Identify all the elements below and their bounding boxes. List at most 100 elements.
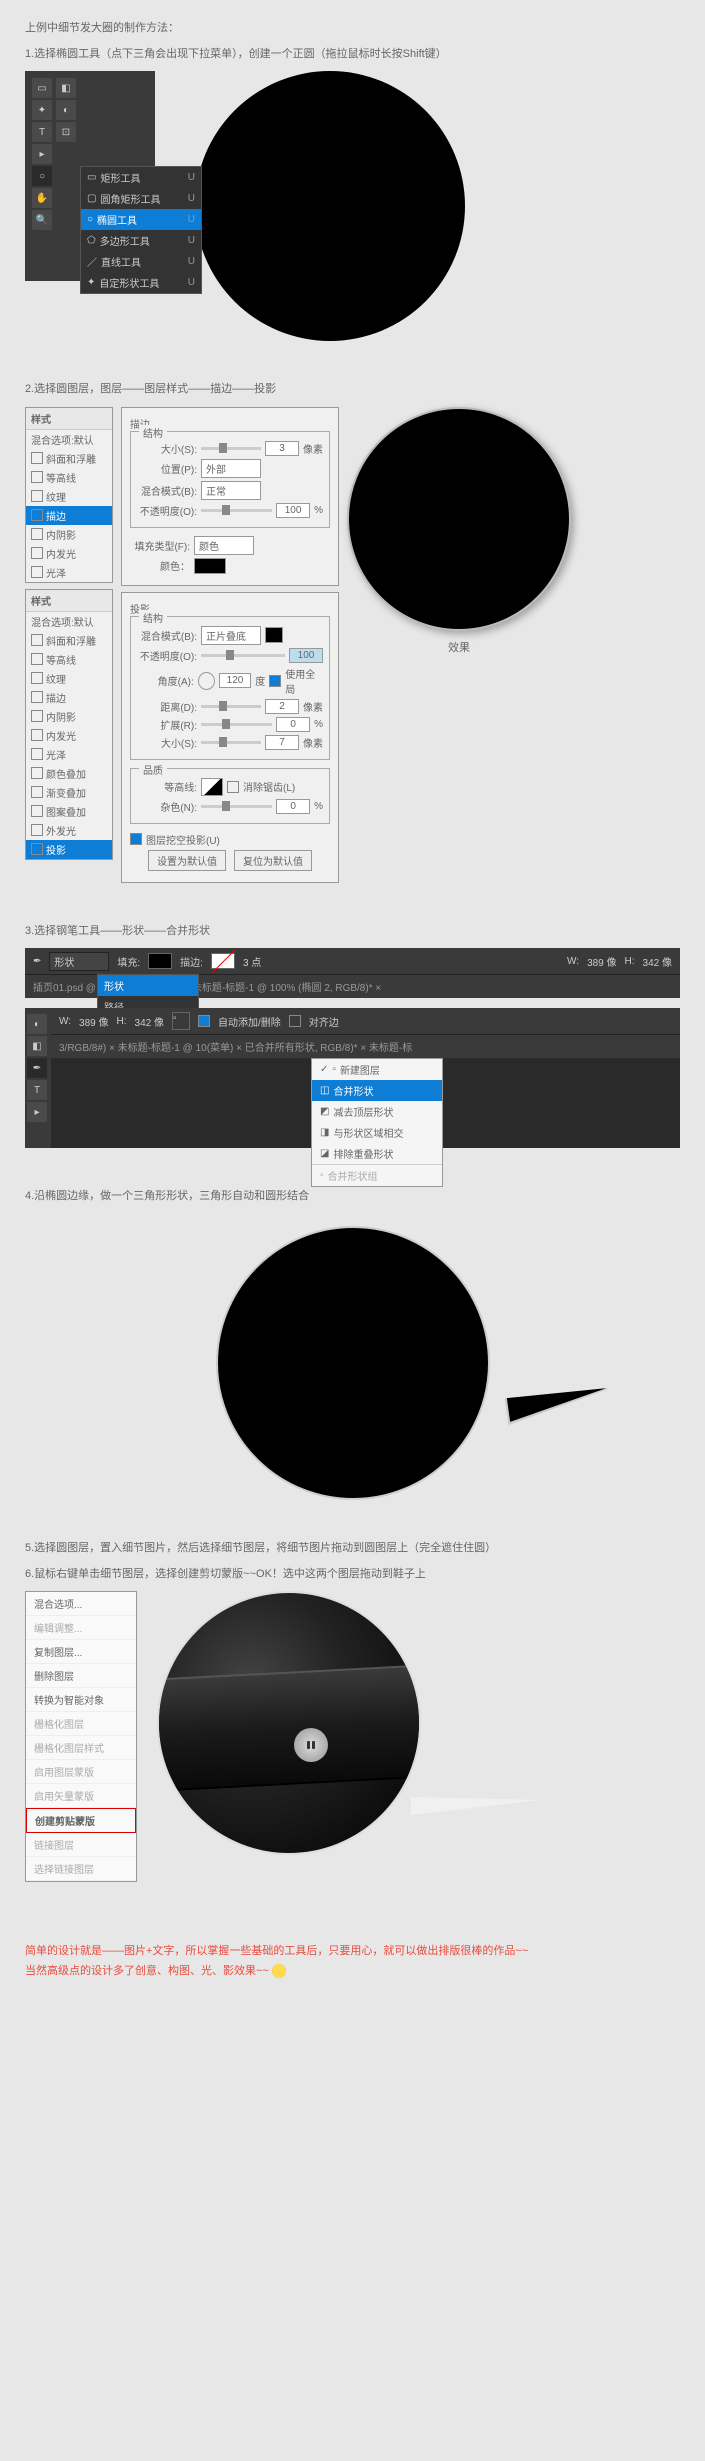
ctx-item[interactable]: 栅格化图层样式 xyxy=(26,1736,136,1760)
size-value[interactable]: 3 xyxy=(265,441,299,456)
tool-icon[interactable]: ◐ xyxy=(56,100,76,120)
tool-icon[interactable]: ▸ xyxy=(27,1102,47,1122)
tool-icon[interactable]: ◧ xyxy=(27,1036,47,1056)
style-row[interactable]: 内阴影 xyxy=(26,525,112,544)
tool-icon[interactable]: ✋ xyxy=(32,188,52,208)
dropdown-item[interactable]: 形状 xyxy=(98,975,198,996)
style-row[interactable]: 渐变叠加 xyxy=(26,783,112,802)
antialias-checkbox[interactable] xyxy=(227,781,239,793)
opacity-slider[interactable] xyxy=(201,509,272,512)
style-row-stroke[interactable]: 描边 xyxy=(26,506,112,525)
menu-item[interactable]: ✓▫新建图层 xyxy=(312,1059,442,1080)
fill-swatch[interactable] xyxy=(148,953,172,969)
size-slider[interactable] xyxy=(201,741,261,744)
menu-item[interactable]: ▫合并形状组 xyxy=(312,1164,442,1186)
size-value[interactable]: 7 xyxy=(265,735,299,750)
menu-item[interactable]: ◪排除重叠形状 xyxy=(312,1143,442,1164)
ctx-item-clipping-mask[interactable]: 创建剪贴蒙版 xyxy=(26,1808,136,1833)
flyout-item[interactable]: ▭矩形工具U xyxy=(81,167,201,188)
distance-value[interactable]: 2 xyxy=(265,699,299,714)
ctx-item[interactable]: 转换为智能对象 xyxy=(26,1688,136,1712)
set-default-button[interactable]: 设置为默认值 xyxy=(148,850,226,871)
reset-default-button[interactable]: 复位为默认值 xyxy=(234,850,312,871)
align-checkbox[interactable] xyxy=(289,1015,301,1027)
angle-value[interactable]: 120 xyxy=(219,673,251,688)
stroke-width[interactable]: 3 点 xyxy=(243,954,261,969)
menu-item[interactable]: ◩减去顶层形状 xyxy=(312,1101,442,1122)
path-ops-icon[interactable]: ▫ xyxy=(172,1012,190,1030)
blend-select[interactable]: 正片叠底 xyxy=(201,626,261,645)
flyout-item[interactable]: ▢圆角矩形工具U xyxy=(81,188,201,209)
tool-icon[interactable]: ▸ xyxy=(32,144,52,164)
ctx-item[interactable]: 混合选项... xyxy=(26,1592,136,1616)
ctx-item[interactable]: 启用图层蒙版 xyxy=(26,1760,136,1784)
tool-icon[interactable]: ⊡ xyxy=(56,122,76,142)
noise-value[interactable]: 0 xyxy=(276,799,310,814)
style-row-shadow[interactable]: 投影 xyxy=(26,840,112,859)
ctx-item[interactable]: 链接图层 xyxy=(26,1833,136,1857)
position-select[interactable]: 外部 xyxy=(201,459,261,478)
shadow-color-swatch[interactable] xyxy=(265,627,283,643)
ctx-item[interactable]: 选择链接图层 xyxy=(26,1857,136,1881)
ctx-item[interactable]: 编辑调整... xyxy=(26,1616,136,1640)
tool-icon[interactable]: ▭ xyxy=(32,78,52,98)
width-value[interactable]: 389 像 xyxy=(79,1014,108,1029)
color-swatch[interactable] xyxy=(194,558,226,574)
flyout-item-ellipse[interactable]: ○椭圆工具U xyxy=(81,209,201,230)
menu-item-combine[interactable]: ◫合并形状 xyxy=(312,1080,442,1101)
width-value[interactable]: 389 像 xyxy=(587,954,616,969)
style-row[interactable]: 光泽 xyxy=(26,745,112,764)
style-row[interactable]: 光泽 xyxy=(26,563,112,582)
tool-shape-icon[interactable]: ○ xyxy=(32,166,52,186)
style-row[interactable]: 描边 xyxy=(26,688,112,707)
tool-icon[interactable]: ◧ xyxy=(56,78,76,98)
tool-text-icon[interactable]: T xyxy=(27,1080,47,1100)
tool-icon[interactable]: ✦ xyxy=(32,100,52,120)
ctx-item[interactable]: 启用矢量蒙版 xyxy=(26,1784,136,1808)
style-row[interactable]: 外发光 xyxy=(26,821,112,840)
document-tabs[interactable]: 3/RGB/8#) × 未标题-标题-1 @ 10(菜单) × 已合并所有形状,… xyxy=(51,1035,680,1058)
style-row[interactable]: 纹理 xyxy=(26,487,112,506)
style-row[interactable]: 图案叠加 xyxy=(26,802,112,821)
style-row[interactable]: 斜面和浮雕 xyxy=(26,631,112,650)
style-row[interactable]: 内阴影 xyxy=(26,707,112,726)
opacity-slider[interactable] xyxy=(201,654,285,657)
ctx-item[interactable]: 删除图层 xyxy=(26,1664,136,1688)
style-row[interactable]: 纹理 xyxy=(26,669,112,688)
style-row[interactable]: 混合选项:默认 xyxy=(26,612,112,631)
opacity-value[interactable]: 100 xyxy=(276,503,310,518)
auto-checkbox[interactable] xyxy=(198,1015,210,1027)
spread-slider[interactable] xyxy=(201,723,272,726)
noise-slider[interactable] xyxy=(201,805,272,808)
ctx-item[interactable]: 复制图层... xyxy=(26,1640,136,1664)
height-value[interactable]: 342 像 xyxy=(135,1014,164,1029)
spread-value[interactable]: 0 xyxy=(276,717,310,732)
pen-tool-icon[interactable]: ✒ xyxy=(27,1058,47,1078)
ctx-item[interactable]: 栅格化图层 xyxy=(26,1712,136,1736)
style-row[interactable]: 内发光 xyxy=(26,544,112,563)
style-row[interactable]: 内发光 xyxy=(26,726,112,745)
style-row[interactable]: 颜色叠加 xyxy=(26,764,112,783)
tool-text-icon[interactable]: T xyxy=(32,122,52,142)
pen-tool-icon[interactable]: ✒ xyxy=(33,956,41,967)
menu-item[interactable]: ◨与形状区域相交 xyxy=(312,1122,442,1143)
flyout-item[interactable]: ／直线工具U xyxy=(81,251,201,272)
flyout-item[interactable]: ✦自定形状工具U xyxy=(81,272,201,293)
angle-dial[interactable] xyxy=(198,672,215,690)
fill-select[interactable]: 颜色 xyxy=(194,536,254,555)
size-slider[interactable] xyxy=(201,447,261,450)
flyout-item[interactable]: ⬠多边形工具U xyxy=(81,230,201,251)
shape-mode-select[interactable]: 形状 xyxy=(49,952,109,971)
stroke-swatch[interactable] xyxy=(211,953,235,969)
opacity-value[interactable]: 100 xyxy=(289,648,323,663)
distance-slider[interactable] xyxy=(201,705,261,708)
style-row[interactable]: 等高线 xyxy=(26,468,112,487)
knockout-checkbox[interactable] xyxy=(130,833,142,845)
global-checkbox[interactable] xyxy=(269,675,281,687)
style-row[interactable]: 斜面和浮雕 xyxy=(26,449,112,468)
blend-select[interactable]: 正常 xyxy=(201,481,261,500)
style-row[interactable]: 等高线 xyxy=(26,650,112,669)
style-row[interactable]: 混合选项:默认 xyxy=(26,430,112,449)
tool-icon[interactable]: 🔍 xyxy=(32,210,52,230)
height-value[interactable]: 342 像 xyxy=(643,954,672,969)
